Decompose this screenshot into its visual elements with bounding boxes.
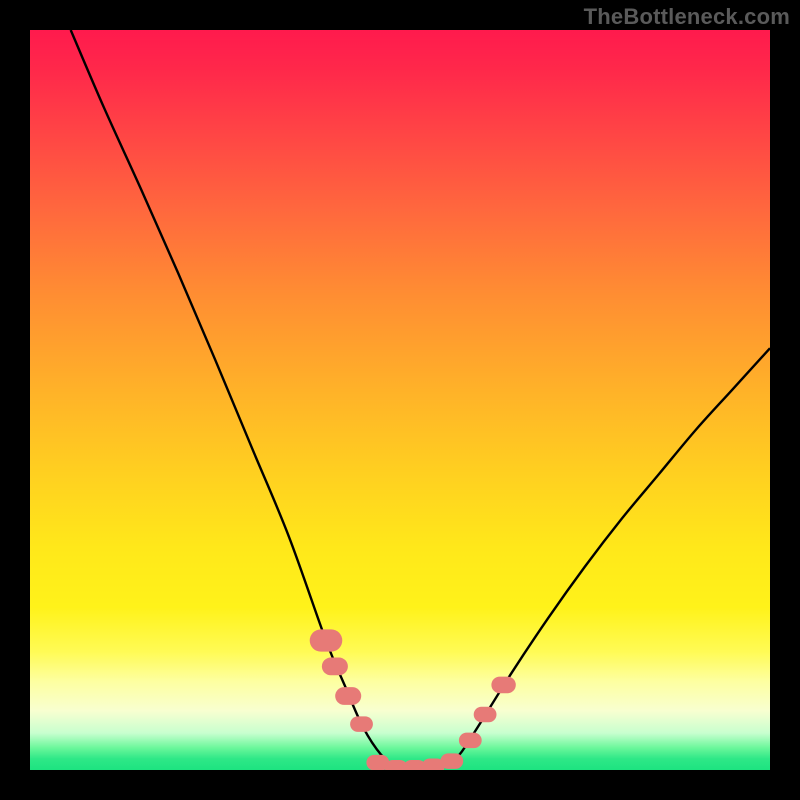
marker-group xyxy=(310,629,516,770)
marker-left-cluster-lower xyxy=(350,716,373,732)
curve-layer xyxy=(30,30,770,770)
marker-right-cluster-low xyxy=(459,733,482,749)
watermark-text: TheBottleneck.com xyxy=(584,4,790,30)
marker-left-cluster-low xyxy=(335,687,361,705)
bottleneck-curve xyxy=(71,30,770,770)
marker-left-cluster-mid xyxy=(322,658,348,676)
marker-right-cluster-top xyxy=(491,677,515,694)
marker-left-cluster-top xyxy=(310,629,343,651)
marker-bottom-bar-e xyxy=(440,753,463,769)
chart-frame: TheBottleneck.com xyxy=(0,0,800,800)
plot-area xyxy=(30,30,770,770)
marker-right-cluster-mid xyxy=(474,707,497,723)
